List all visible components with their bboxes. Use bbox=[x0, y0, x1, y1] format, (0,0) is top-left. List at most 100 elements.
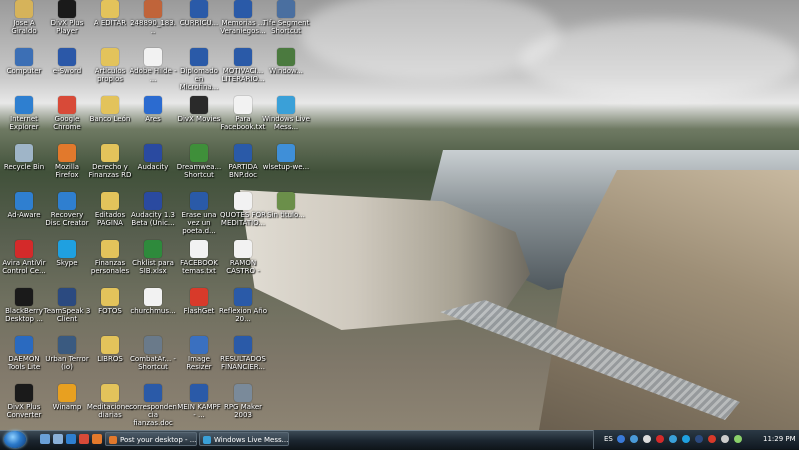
desktop-icon[interactable]: RAMON CASTRO - bbox=[219, 240, 267, 275]
desktop-icon[interactable]: Reflexion Año 20... bbox=[219, 288, 267, 323]
desktop-icon[interactable]: Editados PAGINA bbox=[86, 192, 134, 227]
desktop-icon[interactable]: DAEMON Tools Lite bbox=[0, 336, 48, 371]
desktop-icon[interactable]: Ad-Aware bbox=[0, 192, 48, 219]
desktop-icon[interactable]: Erase una vez un poeta.d... bbox=[175, 192, 223, 235]
desktop-icon-label: DAEMON Tools Lite bbox=[7, 355, 41, 371]
desktop-icon[interactable]: wlsetup-we... bbox=[262, 144, 310, 171]
desktop-icon-label: Derecho y Finanzas RD bbox=[88, 163, 132, 179]
language-indicator[interactable]: ES bbox=[604, 430, 613, 449]
desktop-icon-label: Dreamwea... Shortcut bbox=[176, 163, 222, 179]
desktop-icon[interactable]: Meditaciones diarias bbox=[86, 384, 134, 419]
desktop-icon[interactable]: Dreamwea... Shortcut bbox=[175, 144, 223, 179]
desktop-icon[interactable]: Finanzas personales bbox=[86, 240, 134, 275]
desktop-icon-label: Image Resizer bbox=[186, 355, 212, 371]
desktop-icon[interactable]: FOTOS bbox=[86, 288, 134, 315]
desktop-icon[interactable]: Tlfe Segment Shortcut bbox=[262, 0, 310, 35]
messenger-tray-icon[interactable] bbox=[669, 435, 677, 443]
skype-tray-icon[interactable] bbox=[682, 435, 690, 443]
desktop-icon[interactable]: Jose A Giraldo bbox=[0, 0, 48, 35]
folder-icon bbox=[101, 48, 119, 66]
desktop-icon[interactable]: TeamSpeak 3 Client bbox=[43, 288, 91, 323]
desktop-icon-label: TeamSpeak 3 Client bbox=[43, 307, 91, 323]
volume-icon[interactable] bbox=[721, 435, 729, 443]
desktop-icon[interactable]: Winamp bbox=[43, 384, 91, 411]
desktop-icon-label: MEIN KAMPF - ... bbox=[177, 403, 221, 419]
taskbar-button-messenger[interactable]: Windows Live Mess... bbox=[199, 432, 289, 446]
desktop-icon[interactable]: Ares bbox=[129, 96, 177, 123]
desktop-icon[interactable]: DivX Plus Converter bbox=[0, 384, 48, 419]
desktop-icon[interactable]: FlashGet bbox=[175, 288, 223, 315]
chrome-icon[interactable] bbox=[79, 434, 89, 444]
flashget-tray-icon[interactable] bbox=[708, 435, 716, 443]
desktop-icon[interactable]: CURRICU... bbox=[175, 0, 223, 27]
desktop-icon-label: Avira AntiVir Control Ce... bbox=[2, 259, 46, 275]
desktop-icon[interactable]: RESULTADOS FINANCIER... bbox=[219, 336, 267, 371]
folder-icon bbox=[101, 240, 119, 258]
help-icon[interactable] bbox=[617, 435, 625, 443]
blackberry-icon bbox=[15, 288, 33, 306]
desktop-icon[interactable]: RPG Maker 2003 bbox=[219, 384, 267, 419]
desktop-icon[interactable]: DivX Plus Player bbox=[43, 0, 91, 35]
desktop-icon[interactable]: Diplomado en Microfina... bbox=[175, 48, 223, 91]
desktop-icon[interactable]: DivX Movies bbox=[175, 96, 223, 123]
desktop-icon-label: Editados PAGINA bbox=[94, 211, 126, 227]
desktop-icon[interactable]: churchmus... bbox=[129, 288, 177, 315]
desktop-icon[interactable]: LIBROS bbox=[86, 336, 134, 363]
blackberry-tray-icon[interactable] bbox=[643, 435, 651, 443]
desktop-icon[interactable]: Avira AntiVir Control Ce... bbox=[0, 240, 48, 275]
desktop-icon[interactable]: Recovery Disc Creator bbox=[43, 192, 91, 227]
show-desktop-icon[interactable] bbox=[40, 434, 50, 444]
dreamweaver-icon bbox=[190, 144, 208, 162]
desktop-icon[interactable]: Internet Explorer bbox=[0, 96, 48, 131]
desktop-icon[interactable]: MEIN KAMPF - ... bbox=[175, 384, 223, 419]
desktop-icon-label: QUOTES FOR MEDITATIO... bbox=[220, 211, 266, 227]
taskbar-button-firefox[interactable]: Post your desktop - ... bbox=[105, 432, 197, 446]
network-icon[interactable] bbox=[630, 435, 638, 443]
desktop-icon-label: Audacity bbox=[137, 163, 169, 171]
desktop-icon[interactable]: Articulos propios bbox=[86, 48, 134, 83]
desktop-icon[interactable]: PARTIDA BNP.doc bbox=[219, 144, 267, 179]
desktop-icon[interactable]: Window... bbox=[262, 48, 310, 75]
desktop-icon[interactable]: Adobe Hilde - ... bbox=[129, 48, 177, 83]
power-icon[interactable] bbox=[734, 435, 742, 443]
desktop-icon[interactable]: Sin titulo... bbox=[262, 192, 310, 219]
desktop-icon[interactable]: Banco León bbox=[86, 96, 134, 123]
wallpaper-cloud bbox=[300, 0, 560, 80]
desktop-icon[interactable]: Google Chrome bbox=[43, 96, 91, 131]
word-doc-icon bbox=[190, 0, 208, 18]
desktop-icon[interactable]: Urban Terror (io) bbox=[43, 336, 91, 371]
desktop-icon[interactable]: correspondencia fianzas.doc bbox=[129, 384, 177, 427]
desktop-icon[interactable]: Chklist para SIB.xlsx bbox=[129, 240, 177, 275]
desktop-icon[interactable]: A EDITAR bbox=[86, 0, 134, 27]
desktop-icon[interactable]: MOTIVACI... LITERARIO... bbox=[219, 48, 267, 83]
desktop-icon[interactable]: Skype bbox=[43, 240, 91, 267]
clock[interactable]: 11:29 PM bbox=[763, 430, 796, 449]
desktop-icon-label: Meditaciones diarias bbox=[86, 403, 134, 419]
desktop-icon[interactable]: Memorias ... Veraniegos... bbox=[219, 0, 267, 35]
start-button[interactable] bbox=[4, 431, 26, 448]
desktop-icon[interactable]: Audacity 1.3 Beta (Unic... bbox=[129, 192, 177, 227]
switch-windows-icon[interactable] bbox=[53, 434, 63, 444]
desktop-icon[interactable]: BlackBerry Desktop ... bbox=[0, 288, 48, 323]
firefox-icon[interactable] bbox=[92, 434, 102, 444]
teamspeak-tray-icon[interactable] bbox=[695, 435, 703, 443]
desktop-icon[interactable]: Computer bbox=[0, 48, 48, 75]
desktop-icon-label: DivX Plus Player bbox=[50, 19, 84, 35]
desktop-icon[interactable]: FACEBOOK temas.txt bbox=[175, 240, 223, 275]
sword-icon bbox=[58, 48, 76, 66]
desktop-icon[interactable]: Audacity bbox=[129, 144, 177, 171]
desktop-icon[interactable]: Recycle Bin bbox=[0, 144, 48, 171]
desktop-icon[interactable]: Para Facebook.txt bbox=[219, 96, 267, 131]
ie-icon[interactable] bbox=[66, 434, 76, 444]
desktop-icon[interactable]: Image Resizer bbox=[175, 336, 223, 371]
avira-tray-icon[interactable] bbox=[656, 435, 664, 443]
desktop-icon[interactable]: e-Sword bbox=[43, 48, 91, 75]
desktop-icon[interactable]: CombatAr... - Shortcut bbox=[129, 336, 177, 371]
desktop-icon[interactable]: QUOTES FOR MEDITATIO... bbox=[219, 192, 267, 227]
divx-icon bbox=[58, 0, 76, 18]
desktop-icon[interactable]: 248890_183... bbox=[129, 0, 177, 35]
desktop-icon[interactable]: Mozilla Firefox bbox=[43, 144, 91, 179]
desktop-icon-label: DivX Movies bbox=[177, 115, 221, 123]
desktop-icon[interactable]: Derecho y Finanzas RD bbox=[86, 144, 134, 179]
desktop-icon[interactable]: Windows Live Mess... bbox=[262, 96, 310, 131]
